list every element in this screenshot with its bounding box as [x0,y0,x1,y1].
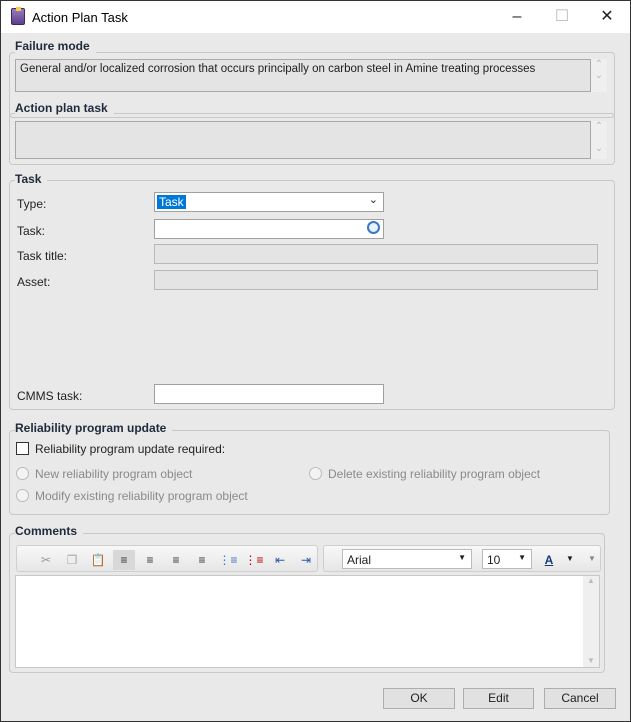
maximize-button[interactable]: ☐ [547,5,577,29]
radio-modify-label: Modify existing reliability program obje… [35,489,248,503]
cancel-button[interactable]: Cancel [544,688,616,709]
task-title-field [154,244,598,264]
task-input[interactable] [154,219,384,239]
failure-mode-label: Failure mode [15,39,96,53]
asset-field [154,270,598,290]
align-right-icon[interactable]: ≡ [165,550,187,570]
cmms-task-input[interactable] [154,384,384,404]
action-plan-task-scrollbar[interactable]: ⌃ ⌄ [591,121,607,159]
justify-icon[interactable]: ≡ [191,550,213,570]
edit-button[interactable]: Edit [463,688,534,709]
numbered-list-icon[interactable]: ⋮≡ [243,550,265,570]
font-toolbar: Arial ▼ 10 ▼ A ▼ ▼ [323,545,601,572]
action-plan-task-text[interactable] [15,121,591,159]
radio-new-object[interactable] [16,467,29,480]
reliability-update-checkbox[interactable] [16,442,29,455]
font-select[interactable]: Arial ▼ [342,549,472,569]
type-label: Type: [17,197,47,211]
task-group-label: Task [15,172,48,186]
close-button[interactable]: ✕ [592,5,622,29]
toolbar-overflow-icon[interactable]: ▼ [588,554,596,563]
title-bar: Action Plan Task – ☐ ✕ [1,1,630,33]
paste-icon[interactable]: 📋 [87,550,109,570]
dropdown-arrow-icon: ▼ [518,553,526,562]
app-icon [11,7,25,25]
task-group [9,180,615,410]
formatting-toolbar: ✂ ❐ 📋 ≡ ≡ ≡ ≡ ⋮≡ ⋮≡ ⇤ ⇥ [16,545,318,572]
bullet-list-icon[interactable]: ⋮≡ [217,550,239,570]
type-select[interactable]: Task ⌄ [154,192,384,212]
copy-icon[interactable]: ❐ [61,550,83,570]
task-label: Task: [17,224,46,238]
indent-icon[interactable]: ⇥ [295,550,317,570]
radio-modify-object[interactable] [16,489,29,502]
font-color-icon[interactable]: A [538,550,560,570]
ok-button[interactable]: OK [383,688,455,709]
font-size-select[interactable]: 10 ▼ [482,549,532,569]
cut-icon[interactable]: ✂ [35,550,57,570]
reliability-group-label: Reliability program update [15,421,173,435]
comments-scrollbar[interactable]: ▲ ▼ [583,576,599,667]
window-title: Action Plan Task [32,10,128,25]
outdent-icon[interactable]: ⇤ [269,550,291,570]
radio-new-label: New reliability program object [35,467,193,481]
task-title-label: Task title: [17,249,68,263]
align-left-icon[interactable]: ≡ [113,550,135,570]
reliability-update-label: Reliability program update required: [35,442,226,456]
action-plan-task-label: Action plan task [15,101,114,115]
asset-label: Asset: [17,275,51,289]
radio-delete-object[interactable] [309,467,322,480]
chevron-down-icon: ⌄ [368,194,378,206]
cmms-task-label: CMMS task: [17,389,83,403]
type-value: Task [157,195,186,209]
font-color-dropdown-icon[interactable]: ▼ [566,554,574,563]
align-center-icon[interactable]: ≡ [139,550,161,570]
minimize-button[interactable]: – [502,5,532,29]
radio-delete-label: Delete existing reliability program obje… [328,467,541,481]
comments-label: Comments [15,524,84,538]
search-icon[interactable] [367,221,380,234]
comments-editor[interactable]: ▲ ▼ [15,575,600,668]
dropdown-arrow-icon: ▼ [458,553,466,562]
failure-mode-text[interactable]: General and/or localized corrosion that … [15,59,591,92]
failure-mode-scrollbar[interactable]: ⌃ ⌄ [591,59,607,92]
